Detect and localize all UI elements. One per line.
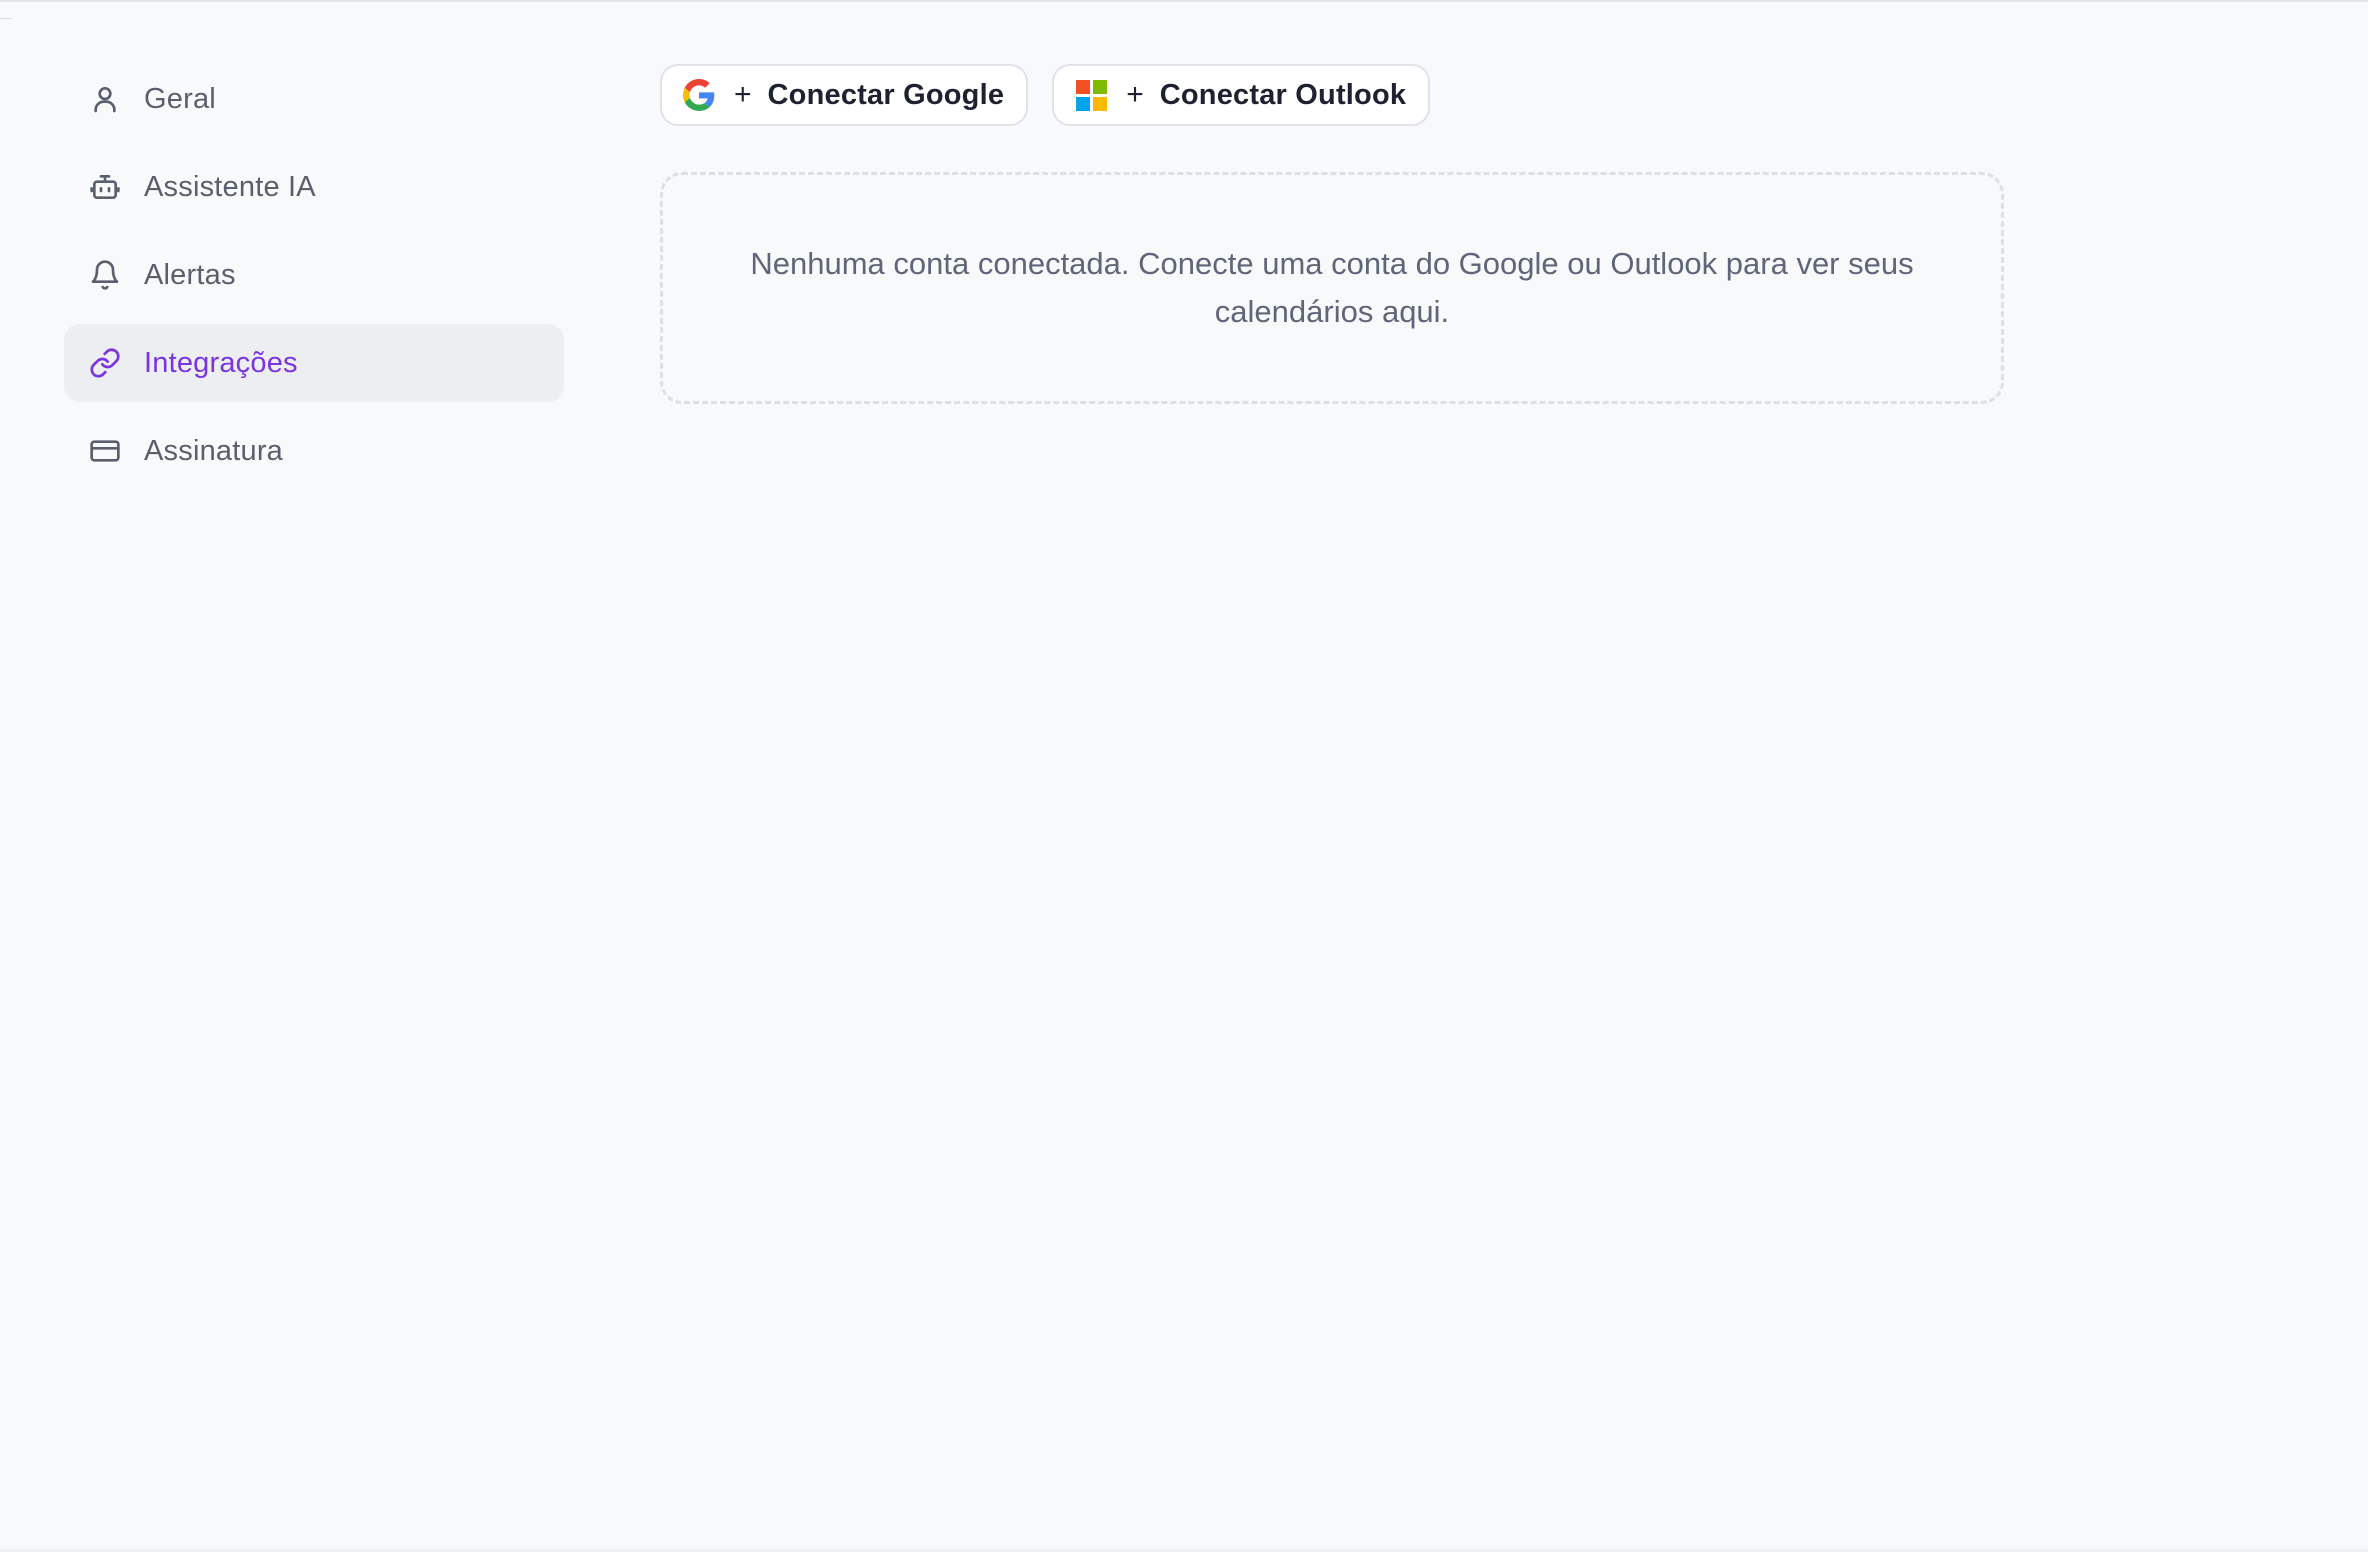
- connect-outlook-button[interactable]: + Conectar Outlook: [1052, 64, 1431, 126]
- plus-icon: +: [1126, 78, 1144, 111]
- bell-icon: [88, 258, 122, 292]
- sidebar-item-assinatura[interactable]: Assinatura: [64, 412, 564, 490]
- bot-icon: [88, 170, 122, 204]
- connect-buttons: + Conectar Google + Conectar Outlook: [660, 64, 2004, 126]
- sidebar-item-alertas[interactable]: Alertas: [64, 236, 564, 314]
- sidebar-item-label: Alertas: [144, 258, 236, 291]
- plus-icon: +: [734, 78, 752, 111]
- link-icon: [88, 346, 122, 380]
- connect-outlook-label: Conectar Outlook: [1159, 78, 1407, 111]
- empty-state-message: Nenhuma conta conectada. Conecte uma con…: [750, 246, 1914, 329]
- sidebar-item-label: Assistente IA: [144, 170, 316, 203]
- microsoft-logo-icon: [1074, 78, 1108, 112]
- connect-google-button[interactable]: + Conectar Google: [660, 64, 1029, 126]
- sidebar-item-label: Assinatura: [144, 434, 284, 467]
- sidebar-item-geral[interactable]: Geral: [64, 60, 564, 138]
- sidebar-item-label: Geral: [144, 82, 216, 115]
- sidebar-item-assistente-ia[interactable]: Assistente IA: [64, 148, 564, 226]
- top-divider: [0, 0, 2368, 2]
- sidebar-item-label: Integrações: [144, 346, 298, 379]
- integrations-panel: + Conectar Google + Conectar Outlook Nen…: [660, 64, 2004, 404]
- user-icon: [88, 82, 122, 116]
- google-logo-icon: [682, 78, 716, 112]
- empty-state-box: Nenhuma conta conectada. Conecte uma con…: [660, 172, 2004, 404]
- settings-sidebar: Geral Assistente IA Alertas Integrações: [64, 60, 564, 500]
- sidebar-item-integracoes[interactable]: Integrações: [64, 324, 564, 402]
- settings-page: Geral Assistente IA Alertas Integrações: [0, 0, 2368, 1552]
- credit-card-icon: [88, 434, 122, 468]
- connect-google-label: Conectar Google: [767, 78, 1005, 111]
- corner-tick: [0, 18, 12, 19]
